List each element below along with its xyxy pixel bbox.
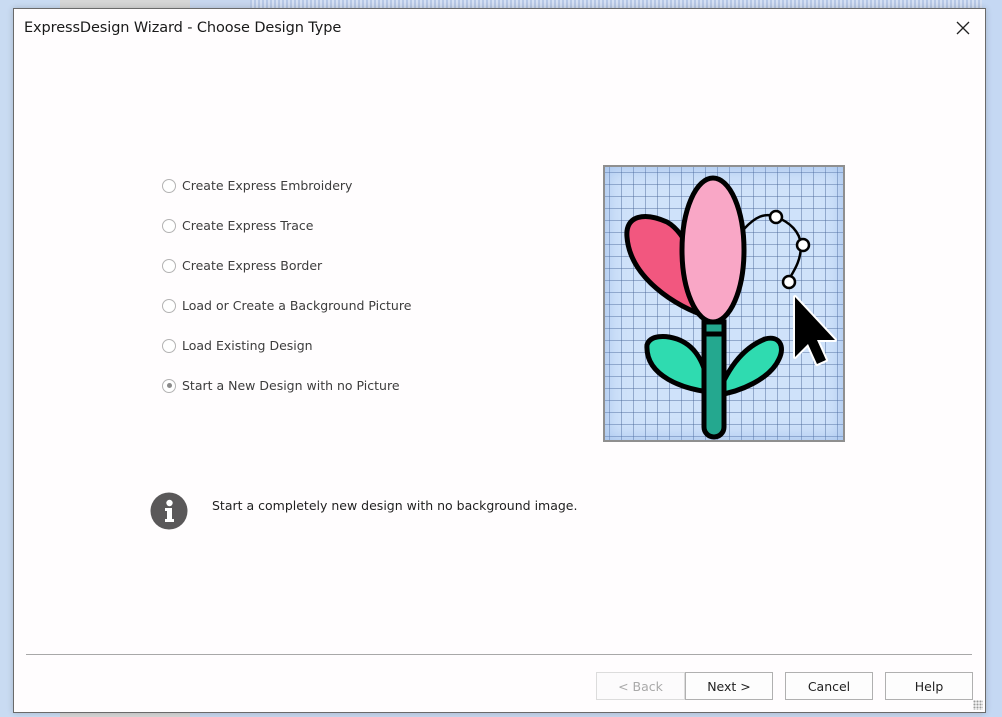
option-label: Create Express Trace (182, 218, 314, 233)
radio-start-new-design-no-picture[interactable]: Start a New Design with no Picture (162, 378, 400, 393)
option-label: Create Express Embroidery (182, 178, 353, 193)
radio-create-express-trace[interactable]: Create Express Trace (162, 218, 313, 233)
radio-button[interactable] (162, 258, 176, 273)
leaf-right (714, 335, 784, 398)
cancel-button[interactable]: Cancel (785, 672, 873, 700)
background-toolbar-stripe (250, 0, 990, 8)
path-node (781, 274, 797, 290)
design-type-preview (603, 165, 845, 442)
footer-separator (26, 654, 972, 655)
radio-button[interactable] (162, 338, 176, 353)
cursor-arrow-icon (793, 295, 837, 366)
info-icon (150, 492, 188, 530)
path-node (795, 237, 811, 253)
help-button[interactable]: Help (885, 672, 973, 700)
stem (701, 319, 727, 440)
resize-grip[interactable] (973, 700, 983, 710)
radio-load-existing-design[interactable]: Load Existing Design (162, 338, 313, 353)
radio-create-express-embroidery[interactable]: Create Express Embroidery (162, 178, 352, 193)
bezier-path (743, 213, 803, 282)
flower-design-illustration (624, 175, 837, 440)
express-design-wizard-dialog: ExpressDesign Wizard - Choose Design Typ… (13, 8, 986, 713)
leaf-left (644, 334, 712, 395)
radio-load-or-create-background-picture[interactable]: Load or Create a Background Picture (162, 298, 411, 313)
option-label: Load or Create a Background Picture (182, 298, 412, 313)
dialog-title: ExpressDesign Wizard - Choose Design Typ… (24, 20, 342, 36)
back-button[interactable]: < Back (596, 672, 685, 700)
path-node (768, 209, 784, 225)
radio-button[interactable] (162, 218, 176, 233)
next-button[interactable]: Next > (685, 672, 773, 700)
option-description: Start a completely new design with no ba… (212, 498, 578, 513)
radio-create-express-border[interactable]: Create Express Border (162, 258, 322, 273)
option-label: Load Existing Design (182, 338, 313, 353)
radio-button-checked[interactable] (162, 378, 176, 393)
petal-right (679, 175, 747, 325)
close-icon (956, 21, 970, 35)
radio-button[interactable] (162, 298, 176, 313)
close-button[interactable] (953, 18, 973, 38)
radio-button[interactable] (162, 178, 176, 193)
option-label: Start a New Design with no Picture (182, 378, 400, 393)
option-label: Create Express Border (182, 258, 323, 273)
